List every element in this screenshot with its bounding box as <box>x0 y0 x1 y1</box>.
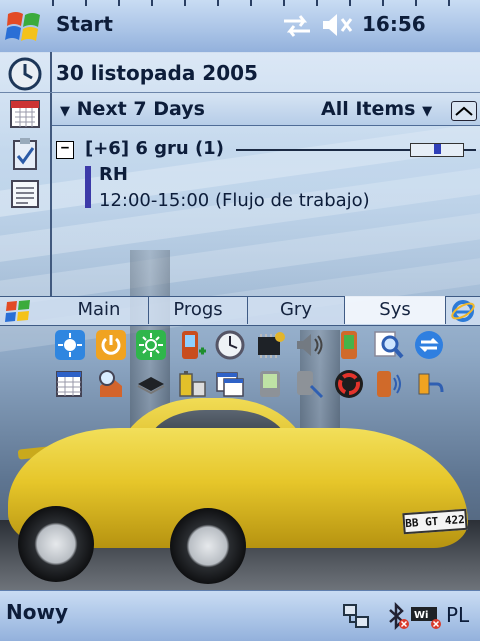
triangle-down-icon: ▼ <box>60 104 70 119</box>
device-color-icon[interactable] <box>333 329 365 361</box>
day-group-label[interactable]: [+6] 6 gru (1) <box>85 138 224 159</box>
device-search-icon[interactable] <box>293 368 325 400</box>
today-panel <box>0 52 480 296</box>
filter-dropdown[interactable]: All Items ▼ <box>321 98 432 120</box>
phone-radio-icon[interactable] <box>372 368 404 400</box>
battery-icon[interactable] <box>175 368 207 400</box>
expand-collapse-toggle[interactable]: − <box>56 141 74 159</box>
collapse-button[interactable] <box>451 101 477 121</box>
pda-icon[interactable] <box>254 368 286 400</box>
sync-arrows-icon[interactable] <box>413 329 445 361</box>
tab-progs[interactable]: Progs <box>149 296 248 324</box>
notes-icon[interactable] <box>6 176 44 212</box>
power-icon[interactable] <box>95 329 127 361</box>
tab-gry[interactable]: Gry <box>248 296 345 324</box>
wifi-icon[interactable]: Wi <box>410 602 444 630</box>
filter-label: All Items <box>321 98 416 120</box>
internet-explorer-icon[interactable] <box>450 298 476 324</box>
windows-flag-icon[interactable] <box>4 8 44 46</box>
input-language[interactable]: PL <box>446 603 469 627</box>
phone-plus-icon[interactable] <box>175 329 207 361</box>
settings-sun-icon[interactable] <box>54 329 86 361</box>
home-search-icon[interactable] <box>95 368 127 400</box>
appointment-title[interactable]: RH <box>99 164 128 185</box>
range-label: Next 7 Days <box>76 98 205 120</box>
new-button[interactable]: Nowy <box>6 600 68 624</box>
tab-sys[interactable]: Sys <box>345 296 446 324</box>
start-menu-label[interactable]: Start <box>56 12 113 36</box>
appointment-status-bar <box>85 166 91 208</box>
appointment-detail[interactable]: 12:00-15:00 (Flujo de trabajo) <box>99 190 370 211</box>
calendar-grid-icon[interactable] <box>54 368 86 400</box>
recycle-icon[interactable] <box>333 368 365 400</box>
windows-logo-icon[interactable] <box>4 298 34 324</box>
tab-main[interactable]: Main <box>50 296 149 324</box>
speaker-icon[interactable] <box>293 329 325 361</box>
network-icon[interactable] <box>342 602 370 630</box>
cpu-chip-icon[interactable] <box>135 368 167 400</box>
clock-icon[interactable] <box>214 329 246 361</box>
bluetooth-icon[interactable] <box>382 602 410 630</box>
speaker-muted-icon[interactable] <box>320 10 354 40</box>
triangle-down-icon: ▼ <box>422 104 433 119</box>
window-list-icon[interactable] <box>214 368 246 400</box>
range-dropdown[interactable]: ▼ Next 7 Days <box>60 98 205 120</box>
power-plug-icon[interactable] <box>413 368 445 400</box>
busy-time-block <box>434 144 441 154</box>
clock-icon[interactable] <box>6 56 44 92</box>
car-image: BB GT 422 <box>8 398 468 598</box>
clock-time[interactable]: 16:56 <box>362 12 426 36</box>
backlight-icon[interactable] <box>135 329 167 361</box>
collapse-icon <box>455 106 473 116</box>
svg-text:Wi: Wi <box>414 610 428 621</box>
tasks-clipboard-icon[interactable] <box>6 136 44 172</box>
memory-chip-icon[interactable] <box>254 329 286 361</box>
calendar-icon[interactable] <box>6 96 44 132</box>
license-plate: BB GT 422 <box>402 508 468 535</box>
connectivity-icon[interactable] <box>280 12 314 40</box>
today-date[interactable]: 30 listopada 2005 <box>56 61 258 85</box>
magnifier-icon[interactable] <box>372 329 404 361</box>
